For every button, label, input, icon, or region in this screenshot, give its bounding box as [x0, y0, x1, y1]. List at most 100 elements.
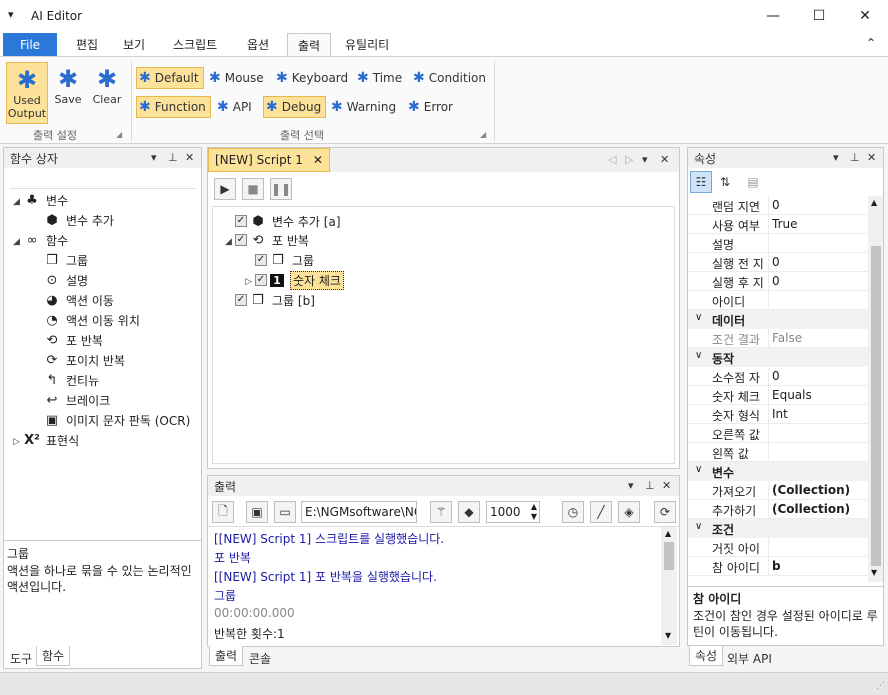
system-menu-icon[interactable]: ▾: [8, 8, 14, 21]
timestamp-button[interactable]: ◷: [562, 501, 584, 523]
checkbox[interactable]: ✓: [255, 274, 267, 286]
collapse-icon[interactable]: ∨: [695, 521, 702, 532]
maximize-button[interactable]: ☐: [796, 0, 842, 31]
tab-view[interactable]: 보기: [113, 33, 155, 56]
property-value[interactable]: True: [772, 217, 798, 231]
open-folder-button[interactable]: ▭: [274, 501, 296, 523]
log-path-field[interactable]: E:\NGMsoftware\NG: [301, 501, 417, 523]
close-icon[interactable]: ✕: [662, 479, 671, 492]
tab-external-api[interactable]: 외부 API: [722, 648, 777, 668]
property-row[interactable]: 숫자 형식 Int: [688, 405, 868, 424]
collapse-icon[interactable]: ∨: [695, 350, 702, 361]
tab-console[interactable]: 콘솔: [244, 648, 276, 668]
brush-button[interactable]: ╱: [590, 501, 612, 523]
property-category[interactable]: ∨ 동작: [688, 348, 868, 367]
spin-icon[interactable]: ▲ ▼: [531, 502, 537, 522]
pin-icon[interactable]: ⊥: [168, 151, 178, 164]
scroll-up-icon[interactable]: ▲: [871, 198, 877, 207]
tab-functions[interactable]: 함수: [36, 646, 71, 666]
scrollbar-thumb[interactable]: [664, 542, 674, 570]
property-value[interactable]: 0: [772, 255, 780, 269]
minimize-button[interactable]: —: [750, 0, 796, 31]
dropdown-icon[interactable]: ▾: [642, 153, 648, 166]
filter-api-toggle[interactable]: ✱ API: [215, 96, 256, 118]
filter-function-toggle[interactable]: ✱ Function: [136, 96, 211, 118]
script-node-add-variable[interactable]: ✓ ⬢ 변수 추가 [a]: [235, 211, 341, 231]
property-row[interactable]: 참 아이디 b: [688, 557, 868, 576]
property-value[interactable]: 0: [772, 369, 780, 383]
script-node-group-b[interactable]: ✓ ❒ 그룹 [b]: [235, 290, 315, 310]
close-icon[interactable]: ✕: [185, 151, 194, 164]
pause-button[interactable]: ❚❚: [270, 178, 292, 200]
property-value[interactable]: 0: [772, 274, 780, 288]
tree-node-function[interactable]: ∞ 함수: [24, 230, 69, 250]
tab-utility[interactable]: 유틸리티: [335, 33, 399, 56]
filter-keyboard-toggle[interactable]: ✱ Keyboard: [274, 67, 352, 89]
tab-properties[interactable]: 속성: [689, 646, 724, 666]
property-row[interactable]: 조건 결과 False: [688, 329, 868, 348]
property-row[interactable]: 거짓 아이: [688, 538, 868, 557]
expand-icon[interactable]: ▷: [245, 277, 252, 287]
scroll-right-icon[interactable]: ▷: [625, 153, 633, 166]
save-button[interactable]: ✱ Save: [51, 62, 85, 124]
fill-button[interactable]: ◈: [618, 501, 640, 523]
search-input[interactable]: [10, 170, 196, 189]
dropdown-icon[interactable]: ▾: [628, 479, 634, 492]
tab-output[interactable]: 출력: [287, 33, 332, 56]
new-log-button[interactable]: 🗋: [212, 501, 234, 523]
checkbox[interactable]: ✓: [235, 234, 247, 246]
pin-icon[interactable]: ⊥: [850, 151, 860, 164]
scroll-down-icon[interactable]: ▼: [871, 568, 877, 577]
collapse-ribbon-icon[interactable]: ⌃: [866, 36, 876, 50]
script-node-group[interactable]: ✓ ❒ 그룹: [255, 250, 314, 270]
property-category[interactable]: ∨ 변수: [688, 462, 868, 481]
property-value[interactable]: Equals: [772, 388, 812, 402]
property-row[interactable]: 왼쪽 값: [688, 443, 868, 462]
checkbox[interactable]: ✓: [235, 294, 247, 306]
tree-node-for-loop[interactable]: ⟲ 포 반복: [44, 330, 103, 350]
property-row[interactable]: 소수점 자 0: [688, 367, 868, 386]
dialog-launcher-icon[interactable]: ◢: [480, 130, 486, 139]
expand-icon[interactable]: ◢: [225, 237, 232, 247]
property-row[interactable]: 가져오기 (Collection): [688, 481, 868, 500]
property-value[interactable]: Int: [772, 407, 788, 421]
property-row[interactable]: 실행 전 지 0: [688, 253, 868, 272]
scroll-up-icon[interactable]: ▲: [665, 529, 671, 538]
expand-icon[interactable]: ◢: [13, 197, 20, 207]
close-button[interactable]: ✕: [842, 0, 888, 31]
tab-options[interactable]: 옵션: [237, 33, 279, 56]
property-row[interactable]: 추가하기 (Collection): [688, 500, 868, 519]
tab-script-1[interactable]: [NEW] Script 1 ✕: [208, 148, 330, 172]
dropdown-icon[interactable]: ▾: [833, 151, 839, 164]
pin-icon[interactable]: ⊥: [645, 479, 655, 492]
script-node-for-loop[interactable]: ✓ ⟲ 포 반복: [235, 230, 309, 250]
resize-grip-icon[interactable]: ⋰: [876, 681, 885, 691]
property-row[interactable]: 숫자 체크 Equals: [688, 386, 868, 405]
tree-node-comment[interactable]: ⊙ 설명: [44, 270, 89, 290]
property-row[interactable]: 실행 후 지 0: [688, 272, 868, 291]
filter-error-toggle[interactable]: ✱ Error: [406, 96, 457, 118]
property-value[interactable]: (Collection): [772, 502, 850, 516]
close-icon[interactable]: ✕: [313, 153, 323, 167]
used-output-button[interactable]: ✱ Used Output: [6, 62, 48, 124]
property-category[interactable]: ∨ 데이터: [688, 310, 868, 329]
property-pages-button[interactable]: ▤: [742, 171, 764, 193]
refresh-button[interactable]: ⟳: [654, 501, 676, 523]
checkbox[interactable]: ✓: [235, 215, 247, 227]
save-log-button[interactable]: ▣: [246, 501, 268, 523]
tree-node-group[interactable]: ❒ 그룹: [44, 250, 88, 270]
tab-edit[interactable]: 편집: [66, 33, 108, 56]
run-button[interactable]: ▶: [214, 178, 236, 200]
property-category[interactable]: ∨ 조건: [688, 519, 868, 538]
property-row[interactable]: 오른쪽 값: [688, 424, 868, 443]
property-row[interactable]: 아이디: [688, 291, 868, 310]
property-value[interactable]: 0: [772, 198, 780, 212]
file-menu-button[interactable]: File: [3, 33, 57, 56]
property-value[interactable]: b: [772, 559, 781, 573]
property-value[interactable]: False: [772, 331, 802, 345]
tab-output-log[interactable]: 출력: [209, 646, 244, 666]
scroll-down-icon[interactable]: ▼: [665, 631, 671, 640]
tab-script[interactable]: 스크립트: [163, 33, 227, 56]
property-row[interactable]: 사용 여부 True: [688, 215, 868, 234]
close-icon[interactable]: ✕: [867, 151, 876, 164]
